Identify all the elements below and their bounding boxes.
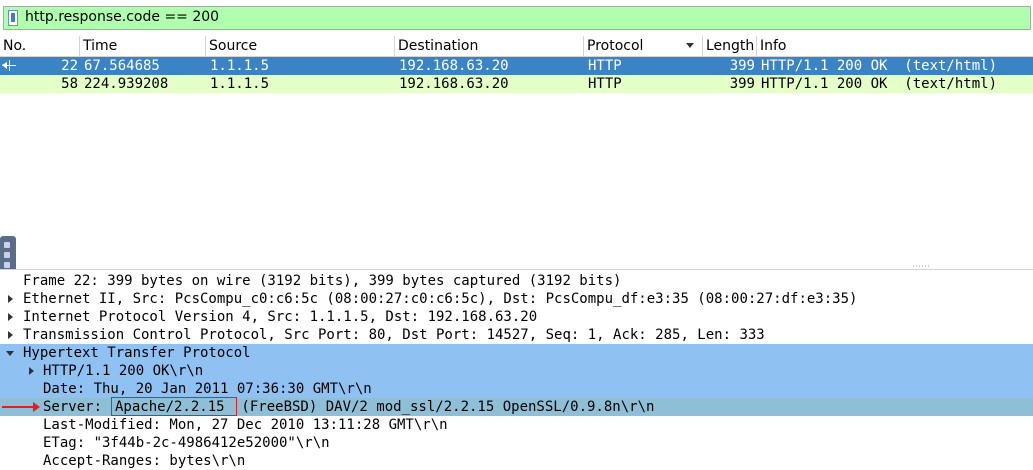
tree-item-label: Ethernet II, Src: PcsCompu_c0:c6:5c (08:… [23, 291, 858, 307]
bookmark-icon[interactable] [8, 10, 18, 26]
sort-descending-icon [686, 43, 694, 48]
column-header-no[interactable]: No. [0, 36, 80, 57]
expand-right-icon[interactable] [29, 367, 34, 375]
packet-protocol: HTTP [588, 58, 622, 74]
packet-no: 22 [61, 58, 78, 74]
packet-time: 67.564685 [84, 58, 160, 74]
tree-item-label: Internet Protocol Version 4, Src: 1.1.1.… [23, 309, 538, 325]
tree-item-frame[interactable]: Frame 22: 399 bytes on wire (3192 bits),… [0, 272, 1033, 290]
tree-item-ethernet[interactable]: Ethernet II, Src: PcsCompu_c0:c6:5c (08:… [0, 290, 1033, 308]
packet-info: HTTP/1.1 200 OK (text/html) [761, 58, 998, 74]
packet-row[interactable]: 58 224.939208 1.1.1.5 192.168.63.20 HTTP… [0, 75, 1033, 93]
packet-source: 1.1.1.5 [210, 76, 270, 92]
tree-item-ip[interactable]: Internet Protocol Version 4, Src: 1.1.1.… [0, 308, 1033, 326]
tree-item-label: Hypertext Transfer Protocol [23, 345, 251, 361]
expand-right-icon[interactable] [8, 331, 13, 339]
packet-length: 399 [729, 58, 755, 74]
packet-destination: 192.168.63.20 [399, 58, 509, 74]
dock-handle-dot-icon [4, 262, 10, 268]
packet-time: 224.939208 [84, 76, 169, 92]
packet-destination: 192.168.63.20 [399, 76, 509, 92]
column-header-destination[interactable]: Destination [395, 36, 584, 57]
red-arrow-icon [2, 402, 40, 412]
column-header-protocol[interactable]: Protocol [584, 36, 703, 57]
tree-item-label: Date: Thu, 20 Jan 2011 07:36:30 GMT\r\n [43, 381, 372, 397]
tree-item-tcp[interactable]: Transmission Control Protocol, Src Port:… [0, 326, 1033, 344]
packet-info: HTTP/1.1 200 OK (text/html) [761, 76, 998, 92]
tree-item-status-line[interactable]: HTTP/1.1 200 OK\r\n [0, 362, 1033, 380]
column-header-info[interactable]: Info [757, 36, 1033, 57]
expand-down-icon[interactable] [6, 351, 14, 356]
packet-details-pane: Frame 22: 399 bytes on wire (3192 bits),… [0, 269, 1033, 470]
packet-row-selected[interactable]: 22 67.564685 1.1.1.5 192.168.63.20 HTTP … [0, 57, 1033, 75]
dock-handle-dot-icon [4, 242, 10, 248]
expand-right-icon[interactable] [8, 295, 13, 303]
pane-splitter-handle[interactable] [912, 265, 930, 267]
tree-item-accept-ranges[interactable]: Accept-Ranges: bytes\r\n [0, 452, 1033, 470]
display-filter-bar: http.response.code == 200 [0, 0, 1033, 36]
column-header-protocol-label: Protocol [587, 38, 644, 54]
tree-item-server[interactable]: Server: Apache/2.2.15 (FreeBSD) DAV/2 mo… [0, 397, 1033, 416]
server-label: Server: [43, 399, 111, 415]
tree-item-label: Last-Modified: Mon, 27 Dec 2010 13:11:28… [43, 417, 448, 433]
tree-item-http[interactable]: Hypertext Transfer Protocol [0, 344, 1033, 362]
packet-protocol: HTTP [588, 76, 622, 92]
tree-item-etag[interactable]: ETag: "3f44b-2c-4986412e52000"\r\n [0, 434, 1033, 452]
packet-length: 399 [729, 76, 755, 92]
tree-item-label: ETag: "3f44b-2c-4986412e52000"\r\n [43, 435, 330, 451]
tree-item-label: HTTP/1.1 200 OK\r\n [43, 363, 204, 379]
packet-list: No. Time Source Destination Protocol Len… [0, 36, 1033, 258]
tree-item-date[interactable]: Date: Thu, 20 Jan 2011 07:36:30 GMT\r\n [0, 380, 1033, 398]
highlight-box [111, 397, 237, 416]
tree-item-last-modified[interactable]: Last-Modified: Mon, 27 Dec 2010 13:11:28… [0, 416, 1033, 434]
packet-no: 58 [61, 76, 78, 92]
column-header-length[interactable]: Length [703, 36, 757, 57]
packet-source: 1.1.1.5 [210, 58, 270, 74]
response-marker-icon [2, 60, 16, 71]
display-filter-input[interactable]: http.response.code == 200 [3, 6, 1031, 30]
server-rest: (FreeBSD) DAV/2 mod_ssl/2.2.15 OpenSSL/0… [233, 399, 655, 415]
dock-handle-dot-icon [4, 252, 10, 258]
column-header-source[interactable]: Source [206, 36, 395, 57]
column-header-time[interactable]: Time [80, 36, 206, 57]
tree-item-label: Transmission Control Protocol, Src Port:… [23, 327, 765, 343]
filter-text[interactable]: http.response.code == 200 [25, 9, 219, 25]
tree-item-label: Accept-Ranges: bytes\r\n [43, 453, 246, 469]
tree-item-label: Frame 22: 399 bytes on wire (3192 bits),… [23, 273, 622, 289]
expand-right-icon[interactable] [8, 313, 13, 321]
